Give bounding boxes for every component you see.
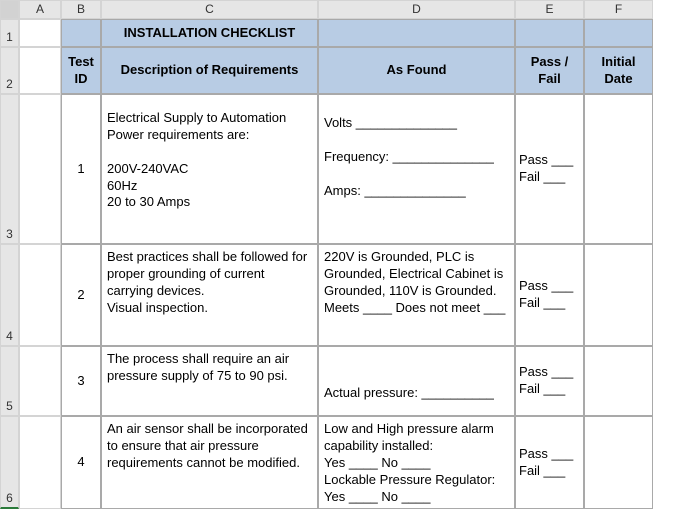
col-header-f[interactable]: F — [584, 0, 653, 19]
cell-asfound-2[interactable]: 220V is Grounded, PLC is Grounded, Elect… — [318, 244, 515, 346]
cell-testid-3[interactable]: 3 — [61, 346, 101, 416]
row-header-6[interactable]: 6 — [0, 416, 19, 509]
header-asfound[interactable]: As Found — [318, 47, 515, 94]
col-header-a[interactable]: A — [19, 0, 61, 19]
cell-asfound-3[interactable]: Actual pressure: __________ — [318, 346, 515, 416]
cell-initialdate-4[interactable] — [584, 416, 653, 509]
cell-title[interactable]: INSTALLATION CHECKLIST — [101, 19, 318, 47]
cell-desc-2[interactable]: Best practices shall be followed for pro… — [101, 244, 318, 346]
header-description[interactable]: Description of Requirements — [101, 47, 318, 94]
cell-passfail-1[interactable]: Pass ___ Fail ___ — [515, 94, 584, 244]
col-header-b[interactable]: B — [61, 0, 101, 19]
col-header-c[interactable]: C — [101, 0, 318, 19]
cell-b1[interactable] — [61, 19, 101, 47]
cell-a2[interactable] — [19, 47, 61, 94]
row-header-4[interactable]: 4 — [0, 244, 19, 346]
header-passfail[interactable]: Pass / Fail — [515, 47, 584, 94]
cell-desc-1[interactable]: Electrical Supply to Automation Power re… — [101, 94, 318, 244]
cell-a5[interactable] — [19, 346, 61, 416]
row-header-1[interactable]: 1 — [0, 19, 19, 47]
cell-a4[interactable] — [19, 244, 61, 346]
cell-asfound-1[interactable]: Volts ______________ Frequency: ________… — [318, 94, 515, 244]
cell-asfound-4[interactable]: Low and High pressure alarm capability i… — [318, 416, 515, 509]
cell-desc-4[interactable]: An air sensor shall be incorporated to e… — [101, 416, 318, 509]
cell-testid-1[interactable]: 1 — [61, 94, 101, 244]
cell-passfail-2[interactable]: Pass ___ Fail ___ — [515, 244, 584, 346]
cell-a3[interactable] — [19, 94, 61, 244]
cell-initialdate-1[interactable] — [584, 94, 653, 244]
cell-e1[interactable] — [515, 19, 584, 47]
cell-initialdate-3[interactable] — [584, 346, 653, 416]
spreadsheet: A B C D E F 1 INSTALLATION CHECKLIST 2 T… — [0, 0, 653, 509]
cell-testid-2[interactable]: 2 — [61, 244, 101, 346]
select-all-corner[interactable] — [0, 0, 19, 19]
cell-passfail-3[interactable]: Pass ___ Fail ___ — [515, 346, 584, 416]
header-testid[interactable]: Test ID — [61, 47, 101, 94]
cell-testid-4[interactable]: 4 — [61, 416, 101, 509]
header-initialdate[interactable]: Initial Date — [584, 47, 653, 94]
cell-d1[interactable] — [318, 19, 515, 47]
col-header-e[interactable]: E — [515, 0, 584, 19]
col-header-d[interactable]: D — [318, 0, 515, 19]
cell-a1[interactable] — [19, 19, 61, 47]
row-header-3[interactable]: 3 — [0, 94, 19, 244]
cell-f1[interactable] — [584, 19, 653, 47]
cell-desc-3[interactable]: The process shall require an air pressur… — [101, 346, 318, 416]
row-header-2[interactable]: 2 — [0, 47, 19, 94]
cell-passfail-4[interactable]: Pass ___ Fail ___ — [515, 416, 584, 509]
row-header-5[interactable]: 5 — [0, 346, 19, 416]
cell-a6[interactable] — [19, 416, 61, 509]
cell-initialdate-2[interactable] — [584, 244, 653, 346]
